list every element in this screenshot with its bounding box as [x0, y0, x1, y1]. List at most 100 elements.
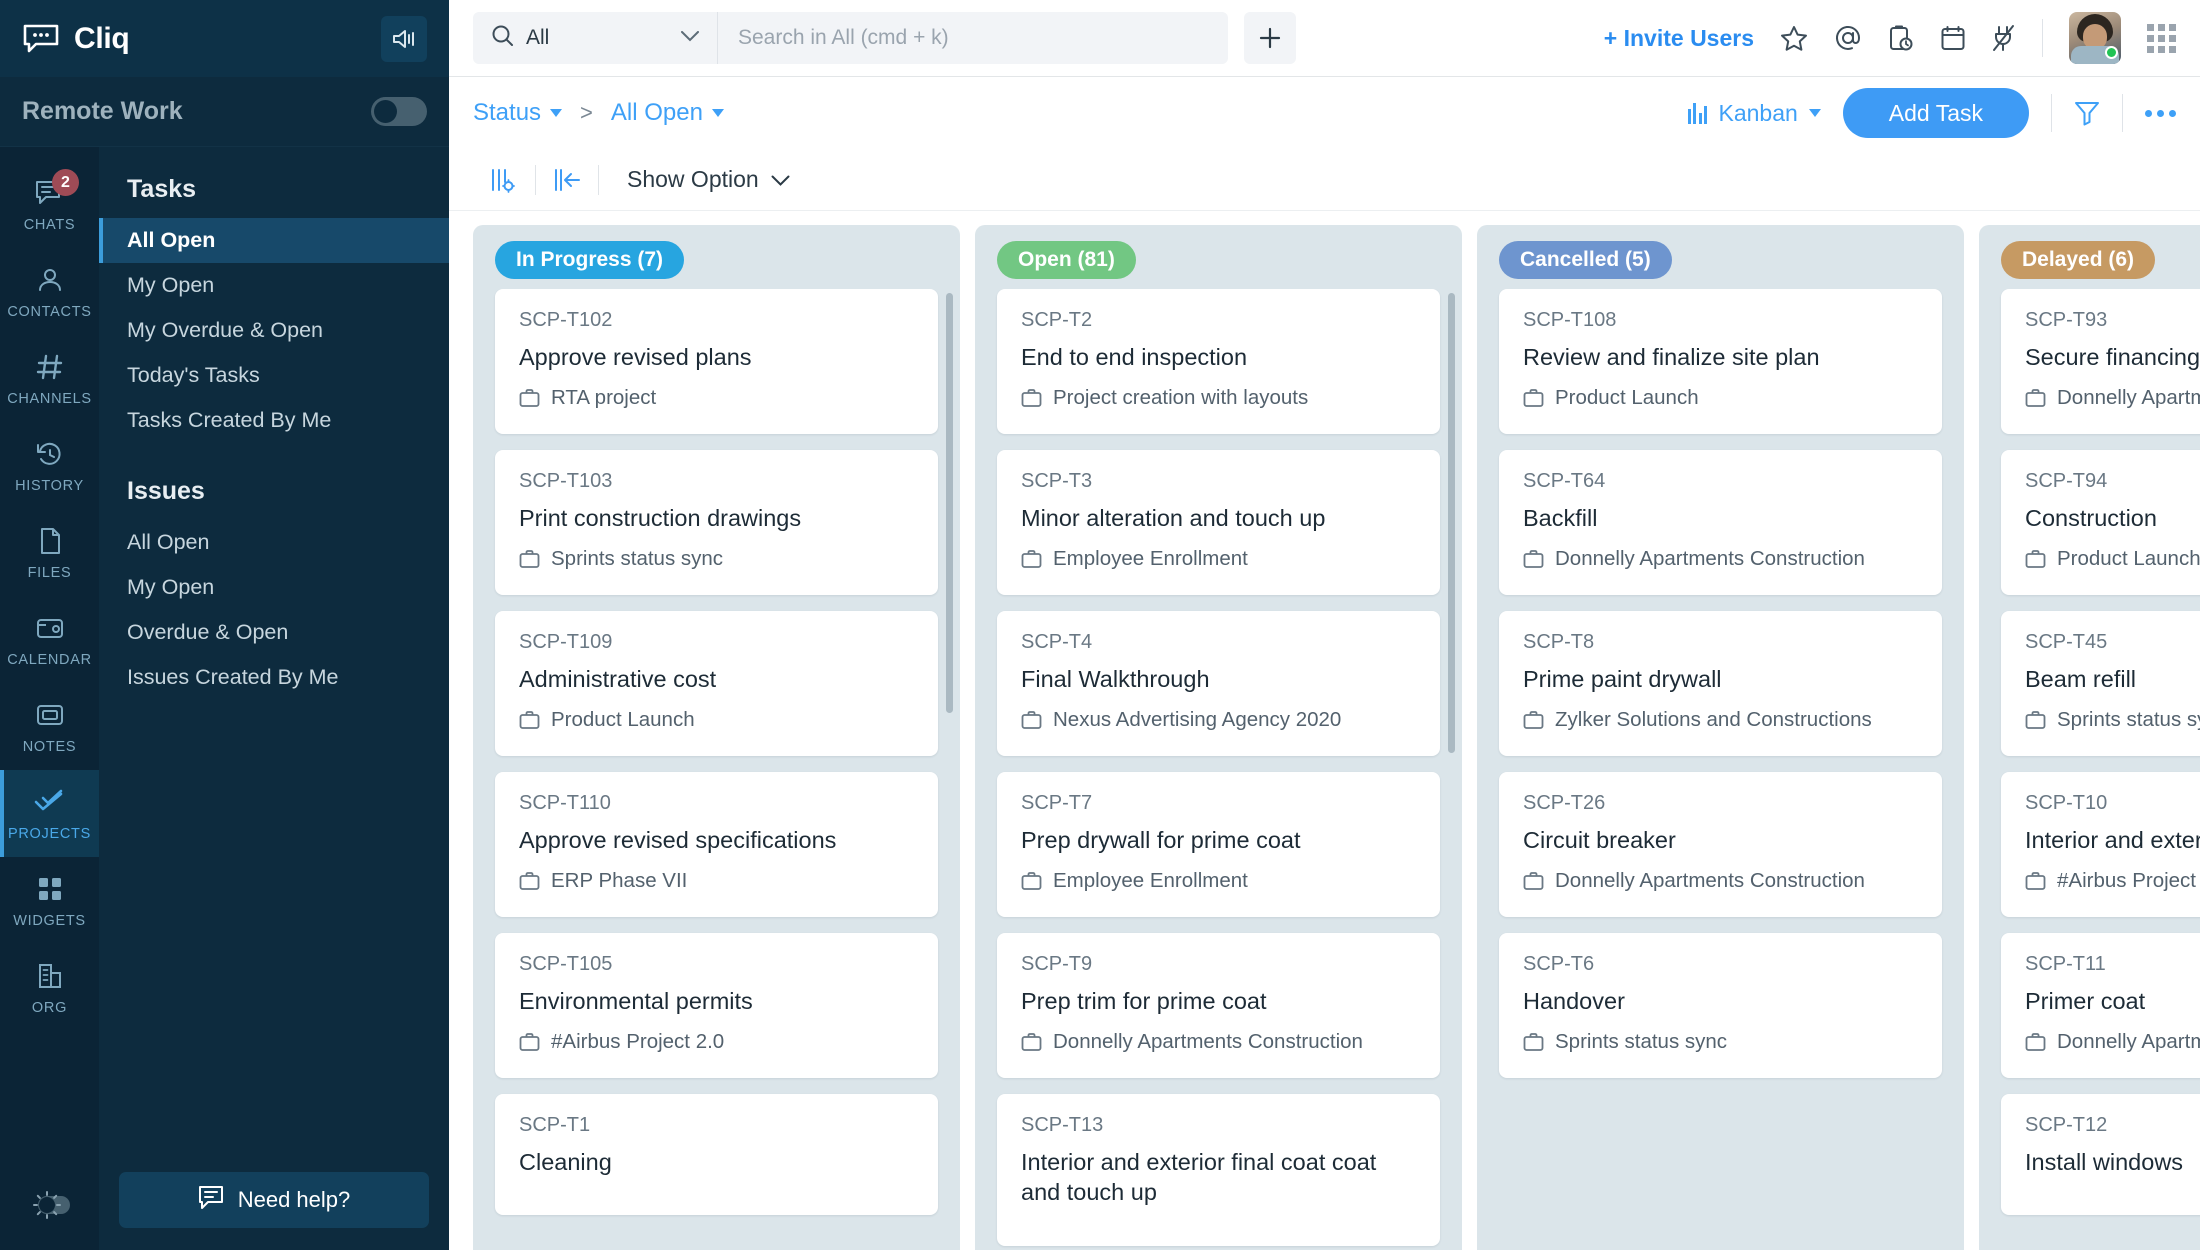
task-id: SCP-T6 [1523, 953, 1595, 976]
rail-item-contacts[interactable]: CONTACTS [0, 248, 99, 335]
rail-item-files[interactable]: FILES [0, 509, 99, 596]
column-card-list[interactable]: SCP-T108 Review and finalize site plan P… [1477, 289, 1964, 1250]
rail-label: WIDGETS [13, 913, 86, 929]
task-card[interactable]: SCP-T10 Interior and exterior #Airbus Pr… [2001, 772, 2200, 918]
task-card[interactable]: SCP-T4 Final Walkthrough Nexus Advertisi… [997, 611, 1440, 757]
column-status-chip[interactable]: Cancelled (5) [1499, 241, 1672, 279]
add-task-button[interactable]: Add Task [1842, 88, 2029, 138]
avatar[interactable] [2069, 12, 2121, 64]
column-status-chip[interactable]: In Progress (7) [495, 241, 685, 279]
task-card[interactable]: SCP-T26 Circuit breaker Donnelly Apartme… [1499, 772, 1942, 918]
speaker-icon[interactable] [381, 15, 427, 62]
mention-at-icon[interactable] [1834, 24, 1862, 52]
breadcrumb-status[interactable]: Status [473, 99, 563, 127]
column-settings-icon[interactable] [473, 167, 535, 193]
task-card[interactable]: SCP-T102 Approve revised plans RTA proje… [495, 289, 938, 435]
breadcrumb-status-label: Status [473, 99, 542, 126]
task-card[interactable]: SCP-T7 Prep drywall for prime coat Emplo… [997, 772, 1440, 918]
brand-logo[interactable]: Cliq [22, 22, 130, 56]
task-card[interactable]: SCP-T110 Approve revised specifications … [495, 772, 938, 918]
task-card[interactable]: SCP-T103 Print construction drawings Spr… [495, 450, 938, 596]
briefcase-icon [2025, 389, 2046, 407]
task-card[interactable]: SCP-T1 Cleaning [495, 1094, 938, 1216]
nav-item-tasks-my-overdue-open[interactable]: My Overdue & Open [99, 308, 449, 353]
notes-icon [35, 698, 65, 732]
collapse-left-icon[interactable] [536, 168, 598, 192]
column-card-list[interactable]: SCP-T2 End to end inspection Project cre… [975, 289, 1462, 1250]
task-project: ERP Phase VII [519, 869, 914, 893]
task-title: Primer coat [2025, 988, 2146, 1015]
breadcrumb-all-open[interactable]: All Open [611, 99, 724, 127]
need-help-button[interactable]: Need help? [119, 1172, 429, 1228]
show-option-dropdown[interactable]: Show Option [599, 166, 790, 193]
nav-item-tasks-todays-tasks[interactable]: Today's Tasks [99, 353, 449, 398]
rail-item-notes[interactable]: NOTES [0, 683, 99, 770]
calendar-icon[interactable] [1940, 25, 1966, 52]
sun-moon-toggle-icon[interactable] [0, 1160, 99, 1250]
kanban-bars-icon [1687, 102, 1708, 124]
rail-spacer [0, 1031, 99, 1160]
apps-grid-icon[interactable] [2147, 23, 2176, 53]
rail-item-org[interactable]: ORG [0, 944, 99, 1031]
plug-icon[interactable] [1992, 24, 2016, 52]
rail-item-widgets[interactable]: WIDGETS [0, 857, 99, 944]
column-card-list[interactable]: SCP-T102 Approve revised plans RTA proje… [473, 289, 960, 1250]
column-scrollbar[interactable] [1448, 293, 1455, 1250]
task-card[interactable]: SCP-T108 Review and finalize site plan P… [1499, 289, 1942, 435]
task-card[interactable]: SCP-T8 Prime paint drywall Zylker Soluti… [1499, 611, 1942, 757]
chevron-down-icon [711, 109, 724, 117]
chat-bubble-logo-icon [22, 23, 60, 54]
nav-item-tasks-all-open[interactable]: All Open [99, 218, 449, 263]
nav-item-issues-my-open[interactable]: My Open [99, 565, 449, 610]
task-card[interactable]: SCP-T64 Backfill Donnelly Apartments Con… [1499, 450, 1942, 596]
column-card-list[interactable]: SCP-T93 Secure financing Donnelly Apartm… [1979, 289, 2200, 1250]
rail-item-calendar[interactable]: CALENDAR [0, 596, 99, 683]
clipboard-clock-icon[interactable] [1888, 24, 1914, 52]
nav-item-issues-overdue-open[interactable]: Overdue & Open [99, 610, 449, 655]
task-card[interactable]: SCP-T9 Prep trim for prime coat Donnelly… [997, 933, 1440, 1079]
search-input[interactable] [718, 12, 1228, 64]
nav-item-issues-all-open[interactable]: All Open [99, 520, 449, 565]
task-title: Prep drywall for prime coat [1021, 827, 1301, 854]
view-selector[interactable]: Kanban [1687, 100, 1821, 127]
task-card[interactable]: SCP-T109 Administrative cost Product Lau… [495, 611, 938, 757]
panel-body: 2 CHATS CONTACTS CHANNELS HISTORY FILES … [0, 147, 449, 1250]
new-item-button[interactable] [1244, 12, 1296, 64]
column-scrollbar[interactable] [946, 293, 953, 1250]
task-card[interactable]: SCP-T3 Minor alteration and touch up Emp… [997, 450, 1440, 596]
search-scope-selector[interactable]: All [473, 12, 718, 64]
invite-users-button[interactable]: + Invite Users [1604, 25, 1754, 52]
task-title: Prep trim for prime coat [1021, 988, 1267, 1015]
task-card[interactable]: SCP-T45 Beam refill Sprints status sync [2001, 611, 2200, 757]
briefcase-icon [1021, 711, 1042, 730]
rail-label: CALENDAR [7, 652, 92, 668]
task-card[interactable]: SCP-T11 Primer coat Donnelly Apartments … [2001, 933, 2200, 1079]
chevron-down-icon [681, 29, 699, 47]
rail-item-projects[interactable]: PROJECTS [0, 770, 99, 857]
rail-item-history[interactable]: HISTORY [0, 422, 99, 509]
column-status-chip[interactable]: Open (81) [997, 241, 1136, 279]
more-horizontal-icon[interactable] [2145, 109, 2176, 117]
filter-funnel-icon[interactable] [2074, 100, 2100, 126]
task-card[interactable]: SCP-T105 Environmental permits #Airbus P… [495, 933, 938, 1079]
task-card[interactable]: SCP-T6 Handover Sprints status sync [1499, 933, 1942, 1079]
column-header: Open (81) [975, 225, 1462, 289]
nav-heading-tasks: Tasks [127, 175, 197, 203]
task-card[interactable]: SCP-T12 Install windows [2001, 1094, 2200, 1216]
task-title: Interior and exterior [2025, 827, 2200, 854]
task-card[interactable]: SCP-T93 Secure financing Donnelly Apartm… [2001, 289, 2200, 435]
task-id: SCP-T13 [1021, 1114, 1104, 1137]
brand-bar: Cliq [0, 0, 449, 77]
nav-item-issues-created-by-me[interactable]: Issues Created By Me [99, 655, 449, 700]
task-card[interactable]: SCP-T13 Interior and exterior final coat… [997, 1094, 1440, 1246]
workspace-toggle[interactable] [371, 97, 427, 126]
nav-item-tasks-created-by-me[interactable]: Tasks Created By Me [99, 398, 449, 443]
rail-item-chats[interactable]: 2 CHATS [0, 161, 99, 248]
task-card[interactable]: SCP-T94 Construction Product Launch [2001, 450, 2200, 596]
nav-item-tasks-my-open[interactable]: My Open [99, 263, 449, 308]
task-card[interactable]: SCP-T2 End to end inspection Project cre… [997, 289, 1440, 435]
star-icon[interactable] [1780, 25, 1808, 52]
column-status-chip[interactable]: Delayed (6) [2001, 241, 2156, 279]
rail-item-channels[interactable]: CHANNELS [0, 335, 99, 422]
